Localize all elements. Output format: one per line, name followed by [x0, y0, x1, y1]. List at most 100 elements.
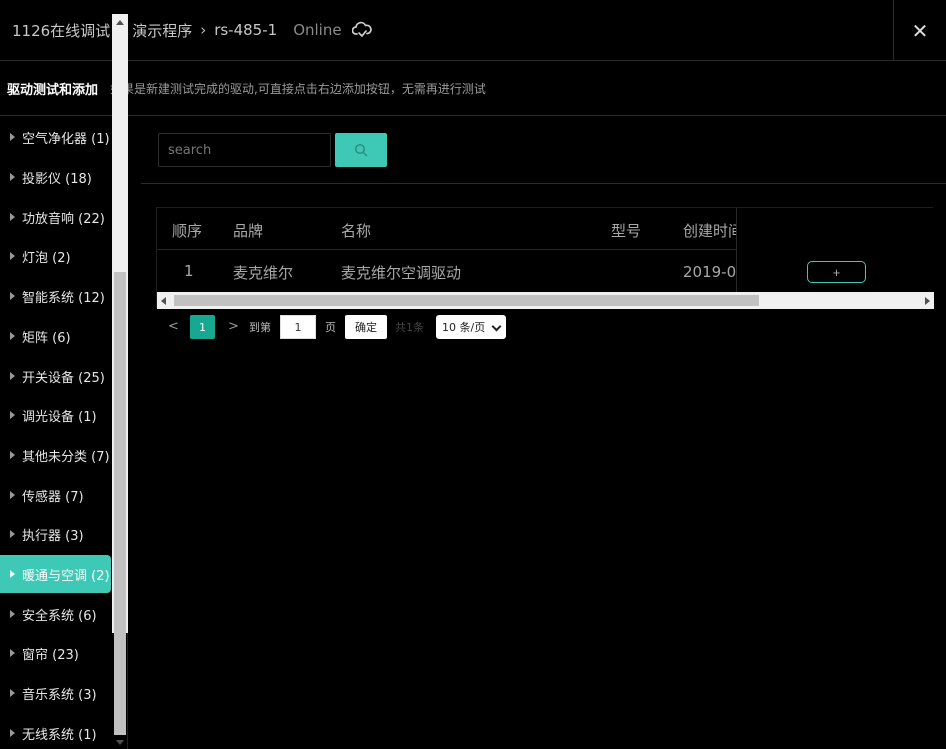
column-header-index: 顺序 [172, 222, 203, 240]
caret-right-icon [10, 411, 15, 419]
action-column: + [736, 208, 934, 292]
caret-right-icon [10, 173, 15, 181]
main-content: 顺序 品牌 名称 型号 创建时间 1 麦克维尔 麦克维尔空调驱动 2019-0 … [141, 116, 946, 749]
sidebar-item-label: 矩阵 (6) [22, 330, 71, 346]
online-status: Online [293, 21, 342, 39]
caret-right-icon [10, 491, 15, 499]
search-bar [141, 116, 946, 184]
sidebar-item-label: 窗帘 (23) [22, 647, 79, 663]
sidebar-item-matrix[interactable]: 矩阵 (6) [0, 317, 111, 355]
cell-index: 1 [184, 262, 194, 280]
chevron-right-icon: › [200, 21, 207, 39]
sidebar-item-label: 调光设备 (1) [22, 409, 97, 425]
sidebar-item-label: 空气净化器 (1) [22, 131, 110, 147]
caret-right-icon [10, 372, 15, 380]
section-header: 驱动测试和添加 如果是新建测试完成的驱动,可直接点击右边添加按钮，无需再进行测试 [0, 61, 946, 116]
cell-created: 2019-0 [683, 263, 736, 281]
sidebar-item-label: 智能系统 (12) [22, 290, 105, 306]
sidebar-item-label: 灯泡 (2) [22, 250, 71, 266]
pagination: < 1 > 到第 页 确定 共1条 10 条/页 [158, 315, 938, 339]
caret-right-icon [10, 649, 15, 657]
search-icon [354, 143, 368, 157]
sidebar-item-amplifier[interactable]: 功放音响 (22) [0, 198, 111, 236]
caret-right-icon [10, 133, 15, 141]
search-input[interactable] [158, 133, 331, 167]
caret-right-icon [10, 610, 15, 618]
sidebar-item-actuator[interactable]: 执行器 (3) [0, 515, 111, 553]
close-area: ✕ [893, 0, 946, 61]
breadcrumb-item-program[interactable]: 演示程序 [132, 20, 192, 41]
sidebar-item-smart-system[interactable]: 智能系统 (12) [0, 277, 111, 315]
caret-right-icon [10, 332, 15, 340]
next-page-icon[interactable]: > [228, 319, 239, 334]
page-1-button[interactable]: 1 [190, 315, 215, 339]
goto-label: 到第 [249, 321, 271, 334]
sidebar-item-label: 执行器 (3) [22, 528, 84, 544]
sidebar-item-security[interactable]: 安全系统 (6) [0, 595, 111, 633]
column-header-created: 创建时间 [683, 222, 736, 240]
table-horizontal-scrollbar[interactable] [157, 292, 934, 309]
sidebar-item-music[interactable]: 音乐系统 (3) [0, 674, 111, 712]
close-icon[interactable]: ✕ [912, 21, 929, 41]
sidebar-item-label: 其他未分类 (7) [22, 449, 110, 465]
scroll-down-arrow-icon[interactable] [112, 736, 128, 749]
category-list[interactable]: 空气净化器 (1) 投影仪 (18) 功放音响 (22) 灯泡 (2) 智能系统… [0, 116, 112, 749]
sidebar-item-curtain[interactable]: 窗帘 (23) [0, 634, 111, 672]
page-unit-label: 页 [325, 321, 336, 334]
sidebar-item-label: 安全系统 (6) [22, 608, 97, 624]
sidebar-item-label: 无线系统 (1) [22, 727, 97, 743]
sidebar-item-air-purifier[interactable]: 空气净化器 (1) [0, 118, 111, 156]
sidebar-item-label: 音乐系统 (3) [22, 687, 97, 703]
column-header-brand: 品牌 [233, 222, 264, 240]
caret-right-icon [10, 213, 15, 221]
sidebar-item-sensor[interactable]: 传感器 (7) [0, 476, 111, 514]
scroll-right-arrow-icon[interactable] [925, 297, 930, 305]
sidebar-item-label: 功放音响 (22) [22, 211, 105, 227]
breadcrumb-item-project[interactable]: 1126在线调试 [12, 20, 110, 41]
column-header-name: 名称 [341, 222, 372, 240]
section-description: 如果是新建测试完成的驱动,可直接点击右边添加按钮，无需再进行测试 [110, 81, 486, 96]
sidebar-item-wireless[interactable]: 无线系统 (1) [0, 714, 111, 749]
sidebar-item-bulb[interactable]: 灯泡 (2) [0, 237, 111, 275]
top-header: 1126在线调试 › 演示程序 › rs-485-1 Online ✕ [0, 0, 946, 61]
sidebar-item-label: 投影仪 (18) [22, 171, 92, 187]
sidebar-item-uncategorized[interactable]: 其他未分类 (7) [0, 436, 111, 474]
caret-right-icon [10, 530, 15, 538]
sidebar-item-projector[interactable]: 投影仪 (18) [0, 158, 111, 196]
sidebar-item-label: 传感器 (7) [22, 489, 84, 505]
sidebar-item-dimmer[interactable]: 调光设备 (1) [0, 396, 111, 434]
goto-confirm-button[interactable]: 确定 [345, 315, 387, 339]
cloud-sync-icon[interactable] [351, 21, 372, 39]
goto-page-input[interactable] [280, 315, 316, 339]
page-size-select[interactable]: 10 条/页 [436, 315, 506, 339]
scroll-up-arrow-icon[interactable] [112, 14, 128, 30]
cell-created-clip: 2019-0 [683, 262, 736, 282]
caret-right-icon [10, 252, 15, 260]
scroll-left-arrow-icon[interactable] [161, 297, 166, 305]
search-button[interactable] [335, 133, 387, 167]
cell-name: 麦克维尔空调驱动 [341, 264, 462, 282]
sidebar-item-label: 暖通与空调 (2) [22, 568, 110, 584]
driver-table: 顺序 品牌 名称 型号 创建时间 1 麦克维尔 麦克维尔空调驱动 2019-0 … [156, 207, 934, 309]
sidebar-item-switch[interactable]: 开关设备 (25) [0, 357, 111, 395]
chevron-down-icon [491, 321, 502, 332]
sidebar-scrollbar-thumb[interactable] [114, 272, 126, 735]
prev-page-icon[interactable]: < [168, 319, 179, 334]
column-header-created-clip: 创建时间 [683, 220, 736, 240]
caret-right-icon [10, 729, 15, 737]
column-header-model: 型号 [611, 222, 642, 240]
caret-right-icon [10, 451, 15, 459]
breadcrumb-item-device: rs-485-1 [214, 21, 278, 39]
breadcrumb: 1126在线调试 › 演示程序 › rs-485-1 Online [0, 0, 372, 60]
table-scrollbar-thumb[interactable] [174, 295, 759, 306]
caret-right-icon [10, 570, 15, 578]
sidebar-item-label: 开关设备 (25) [22, 370, 105, 386]
caret-right-icon [10, 292, 15, 300]
category-sidebar: 空气净化器 (1) 投影仪 (18) 功放音响 (22) 灯泡 (2) 智能系统… [0, 116, 128, 749]
caret-right-icon [10, 689, 15, 697]
sidebar-item-hvac[interactable]: 暖通与空调 (2) [0, 555, 111, 593]
section-title: 驱动测试和添加 [7, 82, 99, 98]
cell-brand: 麦克维尔 [233, 264, 294, 282]
add-driver-button[interactable]: + [807, 261, 866, 283]
total-count: 共1条 [395, 321, 424, 334]
